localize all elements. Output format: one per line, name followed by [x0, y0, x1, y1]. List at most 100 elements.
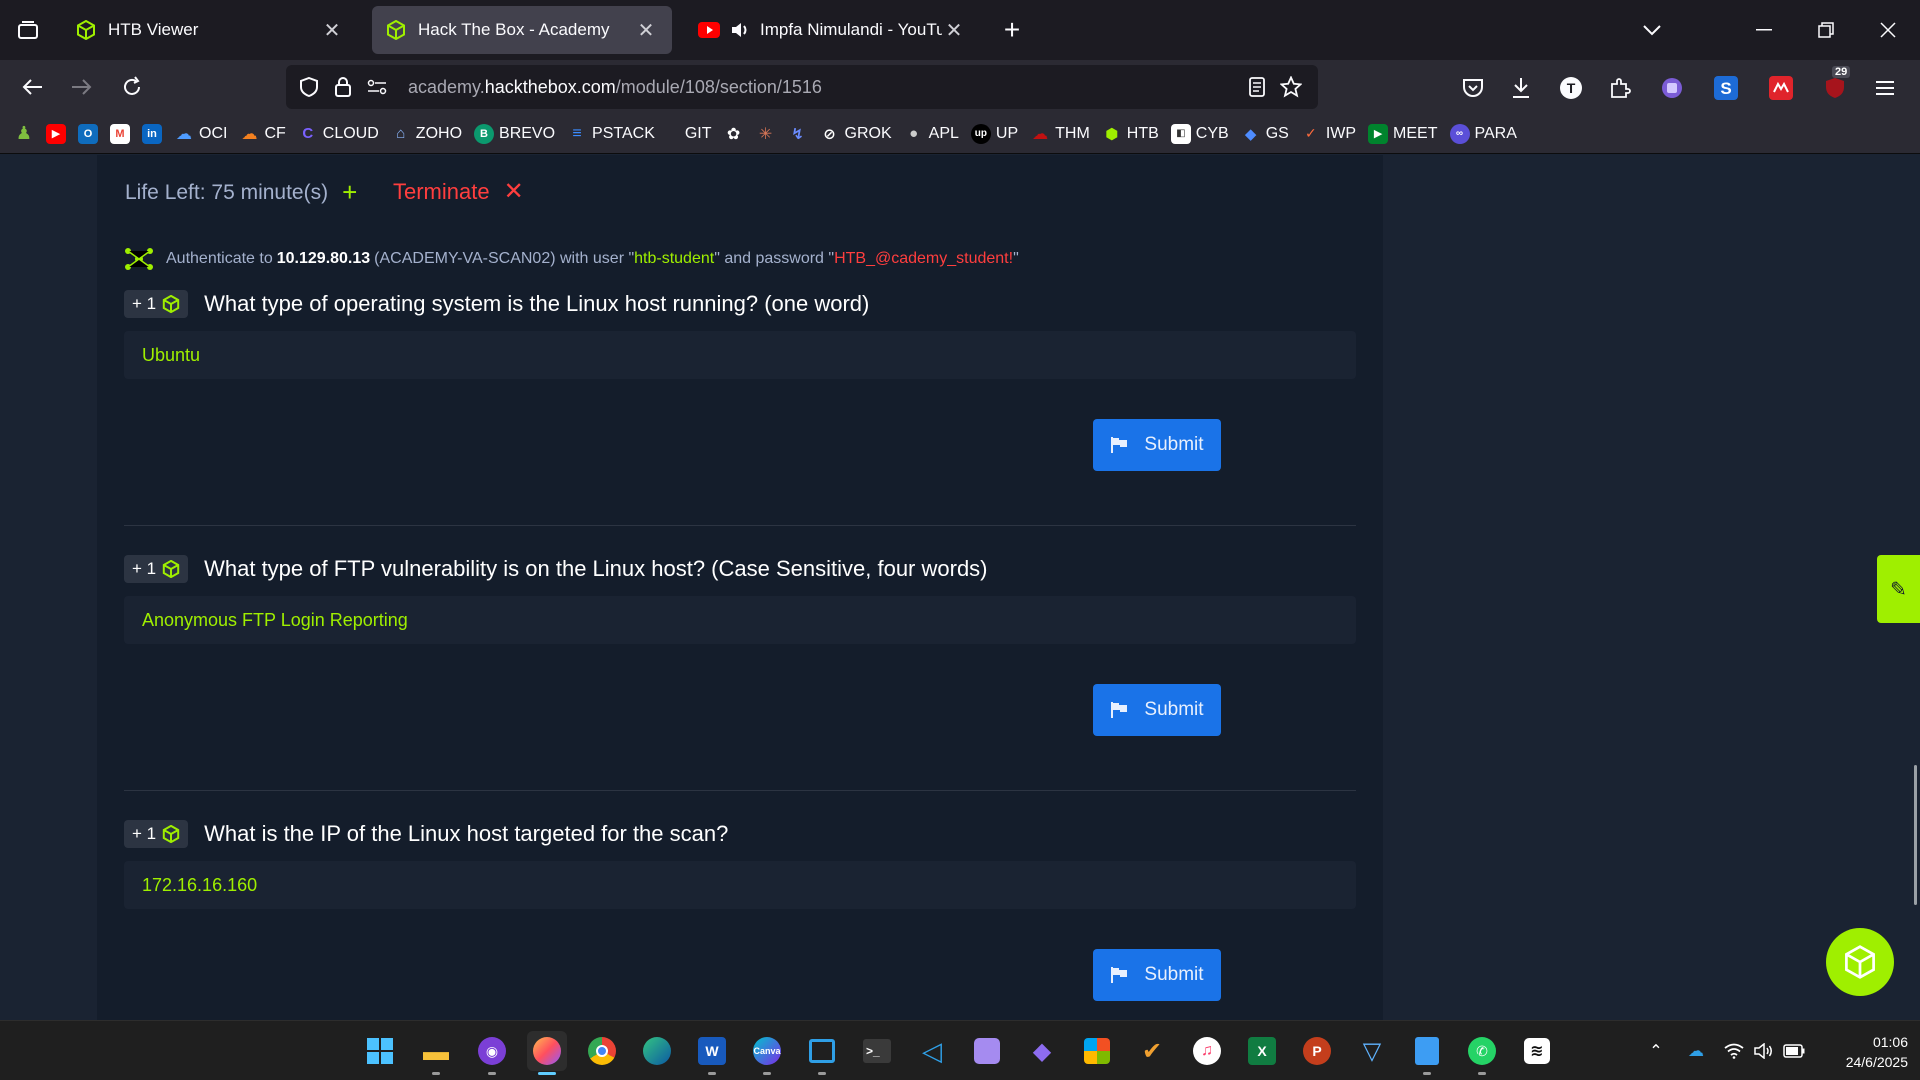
- close-window-button[interactable]: [1862, 8, 1914, 52]
- bookmark-git[interactable]: GIT: [685, 125, 712, 143]
- account-avatar-icon[interactable]: T: [1554, 72, 1588, 104]
- taskbar-app-purple[interactable]: [967, 1031, 1007, 1071]
- pocket-icon[interactable]: [1456, 72, 1490, 104]
- taskbar-remote-desktop[interactable]: [802, 1031, 842, 1075]
- submit-button[interactable]: Submit: [1093, 419, 1221, 471]
- submit-button[interactable]: Submit: [1093, 684, 1221, 736]
- taskbar-whatsapp[interactable]: ✆: [1462, 1031, 1502, 1075]
- question-text: What type of FTP vulnerability is on the…: [204, 556, 988, 581]
- bookmark-gs[interactable]: ◆ GS: [1241, 124, 1289, 144]
- list-all-tabs-chevron-icon[interactable]: [1626, 8, 1678, 52]
- taskbar-app-white[interactable]: ≋: [1517, 1031, 1557, 1071]
- battery-charging-icon[interactable]: [1782, 1039, 1806, 1063]
- bookmark-ai-tool[interactable]: ↯: [788, 124, 808, 144]
- taskbar-notepad[interactable]: [1407, 1031, 1447, 1075]
- submit-button[interactable]: Submit: [1093, 949, 1221, 1001]
- reader-view-icon[interactable]: [1240, 77, 1274, 97]
- extension-s-icon[interactable]: S: [1709, 72, 1743, 104]
- bookmark-openai[interactable]: ✿: [724, 124, 744, 144]
- bookmark-meet[interactable]: ▶ MEET: [1368, 123, 1438, 144]
- answer-input[interactable]: Anonymous FTP Login Reporting: [124, 596, 1356, 644]
- bookmark-htb[interactable]: ⬢ HTB: [1102, 124, 1159, 144]
- taskbar-microsoft-store[interactable]: [1077, 1031, 1117, 1071]
- bookmark-up[interactable]: up UP: [970, 123, 1018, 144]
- taskbar-word[interactable]: W: [692, 1031, 732, 1075]
- bookmark-chess[interactable]: ♟: [14, 123, 34, 144]
- bookmark-youtube[interactable]: ▶: [46, 123, 66, 144]
- bookmark-zoho[interactable]: ⌂ ZOHO: [391, 124, 462, 144]
- taskbar-excel[interactable]: X: [1242, 1031, 1282, 1071]
- htb-assistant-button[interactable]: [1826, 928, 1894, 996]
- onedrive-cloud-icon[interactable]: ☁: [1684, 1039, 1708, 1063]
- show-hidden-icons-chevron-icon[interactable]: ⌃: [1644, 1039, 1668, 1063]
- close-tab-icon[interactable]: ✕: [942, 18, 966, 42]
- tab-youtube[interactable]: Impfa Nimulandi - YouTube ✕: [684, 6, 980, 54]
- start-button[interactable]: [360, 1031, 400, 1071]
- back-button[interactable]: [12, 68, 52, 106]
- taskbar-vpn[interactable]: ▽: [1352, 1031, 1392, 1071]
- bookmark-oci[interactable]: ☁ OCI: [174, 124, 227, 144]
- notes-side-tab[interactable]: ✎: [1877, 555, 1920, 623]
- extension-red-icon[interactable]: [1764, 72, 1798, 104]
- bookmark-outlook[interactable]: O: [78, 123, 98, 144]
- page-scrollbar-thumb[interactable]: [1914, 765, 1917, 905]
- tab-list-button[interactable]: [8, 12, 48, 48]
- bookmark-cyb[interactable]: ◧ CYB: [1170, 123, 1229, 144]
- taskbar-powerpoint[interactable]: P: [1297, 1031, 1337, 1071]
- extension-purple-icon[interactable]: [1655, 72, 1689, 104]
- bookmark-star-icon[interactable]: [1274, 76, 1308, 98]
- extension-ublock-icon[interactable]: 29: [1818, 66, 1852, 104]
- bookmark-thm[interactable]: ☁ THM: [1030, 124, 1090, 144]
- taskbar-app-mask[interactable]: ◉: [472, 1031, 512, 1075]
- lock-icon[interactable]: [326, 77, 360, 97]
- volume-icon[interactable]: [1752, 1039, 1776, 1063]
- bookmark-grok[interactable]: ⊘ GROK: [820, 124, 891, 144]
- answer-input[interactable]: 172.16.16.160: [124, 861, 1356, 909]
- taskbar-obsidian[interactable]: ◆: [1022, 1031, 1062, 1071]
- hamburger-menu-icon[interactable]: [1868, 72, 1902, 104]
- forward-button[interactable]: [62, 68, 102, 106]
- bookmark-cloud[interactable]: C CLOUD: [298, 124, 378, 144]
- taskbar-chrome[interactable]: [582, 1031, 622, 1071]
- question-divider: [124, 525, 1356, 526]
- wifi-icon[interactable]: [1722, 1039, 1746, 1063]
- taskbar-todo[interactable]: ✔: [1132, 1031, 1172, 1071]
- taskbar-itunes[interactable]: ♫: [1187, 1031, 1227, 1071]
- bookmark-linkedin[interactable]: in: [142, 123, 162, 144]
- restore-window-button[interactable]: [1800, 8, 1852, 52]
- taskbar-terminal[interactable]: >_: [857, 1031, 897, 1071]
- system-clock[interactable]: 01:06 24/6/2025: [1808, 1032, 1908, 1072]
- pencil-icon: ✎: [1890, 578, 1907, 601]
- taskbar-canva[interactable]: Canva: [747, 1031, 787, 1075]
- bookmark-cf[interactable]: ☁ CF: [239, 124, 285, 144]
- close-tab-icon[interactable]: ✕: [320, 18, 344, 42]
- bookmark-gmail[interactable]: M: [110, 123, 130, 144]
- extend-life-plus-icon[interactable]: +: [342, 177, 357, 208]
- taskbar-firefox[interactable]: [527, 1031, 567, 1075]
- speaker-icon[interactable]: [730, 21, 750, 39]
- answer-input[interactable]: Ubuntu: [124, 331, 1356, 379]
- address-bar[interactable]: academy.hackthebox.com/module/108/sectio…: [286, 65, 1318, 109]
- extensions-puzzle-icon[interactable]: [1603, 72, 1637, 104]
- terminate-button[interactable]: Terminate ✕: [393, 177, 524, 206]
- reload-button[interactable]: [112, 68, 152, 106]
- url-text[interactable]: academy.hackthebox.com/module/108/sectio…: [408, 77, 1240, 98]
- tab-htb-viewer[interactable]: HTB Viewer ✕: [62, 6, 358, 54]
- minimize-window-button[interactable]: [1738, 8, 1790, 52]
- taskbar-edge[interactable]: [637, 1031, 677, 1071]
- svg-text:T: T: [1567, 80, 1576, 96]
- bookmark-para[interactable]: ∞ PARA: [1449, 123, 1517, 144]
- bookmark-apl[interactable]: ● APL: [904, 124, 959, 144]
- site-permissions-icon[interactable]: [360, 79, 394, 95]
- bookmark-claude[interactable]: ✳: [756, 124, 776, 144]
- close-tab-icon[interactable]: ✕: [634, 18, 658, 42]
- taskbar-vscode[interactable]: ◁: [912, 1031, 952, 1071]
- new-tab-button[interactable]: +: [994, 12, 1030, 48]
- bookmark-brevo[interactable]: B BREVO: [474, 123, 555, 144]
- bookmark-iwp[interactable]: ✓ IWP: [1301, 124, 1356, 144]
- taskbar-file-explorer[interactable]: ▬: [416, 1031, 456, 1075]
- tab-hack-the-box-academy[interactable]: Hack The Box - Academy ✕: [372, 6, 672, 54]
- tracking-protection-shield-icon[interactable]: [292, 77, 326, 97]
- downloads-icon[interactable]: [1504, 72, 1538, 104]
- bookmark-pstack[interactable]: ≡ PSTACK: [567, 124, 655, 144]
